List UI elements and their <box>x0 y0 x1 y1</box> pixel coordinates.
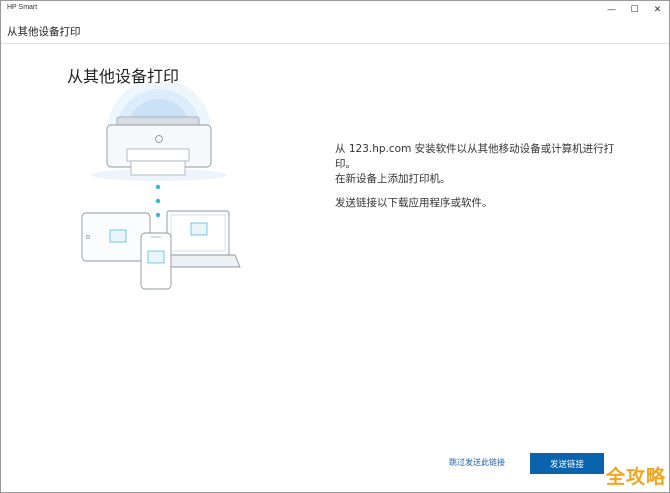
send-link-button[interactable]: 发送链接 <box>530 453 604 474</box>
watermark-logo: 全攻略 <box>605 466 666 488</box>
skip-link[interactable]: 跳过发送此链接 <box>449 457 505 468</box>
app-window: HP Smart — ☐ ✕ 从其他设备打印 从其他设备打印 从 123.hp.… <box>0 0 670 493</box>
description: 从 123.hp.com 安装软件以从其他移动设备或计算机进行打印。 在新设备上… <box>335 142 625 211</box>
title-bar[interactable]: HP Smart — ☐ ✕ <box>1 1 669 18</box>
app-title: HP Smart <box>7 4 38 11</box>
description-line-send-link: 发送链接以下载应用程序或软件。 <box>335 197 493 209</box>
devices-illustration <box>81 83 241 290</box>
header-title: 从其他设备打印 <box>7 26 81 38</box>
description-line-add-printer: 在新设备上添加打印机。 <box>335 173 451 185</box>
connection-dots-icon <box>155 184 161 218</box>
window-controls: — ☐ ✕ <box>600 1 669 18</box>
printer-icon <box>106 116 212 176</box>
close-button[interactable]: ✕ <box>646 1 669 18</box>
page-header: 从其他设备打印 <box>1 18 669 44</box>
phone-icon <box>140 232 172 290</box>
description-line-install: 从 123.hp.com 安装软件以从其他移动设备或计算机进行打印。 <box>335 143 615 170</box>
tablet-icon <box>81 212 151 262</box>
maximize-button[interactable]: ☐ <box>623 1 646 18</box>
minimize-button[interactable]: — <box>600 1 623 18</box>
